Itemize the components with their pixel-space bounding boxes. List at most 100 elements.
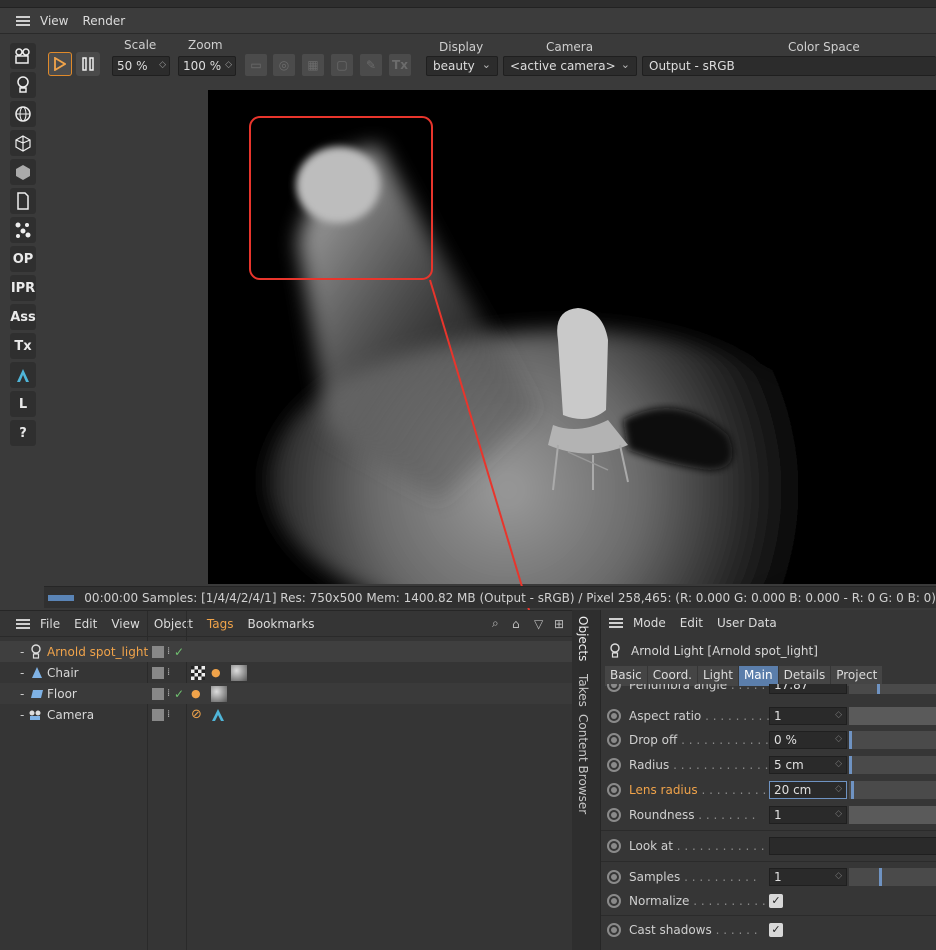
param-cast-shadows[interactable]: Cast shadows . . . . . . ✓ — [601, 918, 936, 942]
param-slider[interactable] — [849, 806, 936, 824]
param-look-at[interactable]: Look at . . . . . . . . . . . . — [601, 834, 936, 858]
tab-basic[interactable]: Basic — [605, 666, 647, 686]
animate-radio-icon[interactable] — [607, 758, 621, 772]
edit-visibility-icon[interactable] — [152, 666, 164, 679]
search-icon[interactable]: ⌕ — [492, 616, 499, 631]
param-label: Samples . . . . . . . . . . — [629, 870, 757, 884]
dots-icon[interactable]: ⁞ — [167, 688, 170, 699]
param-slider[interactable] — [849, 756, 936, 774]
divider — [601, 915, 936, 916]
param-roundness[interactable]: Roundness . . . . . . . . 1 ◇ — [601, 803, 936, 827]
param-slider[interactable] — [849, 868, 936, 886]
menu-user-data[interactable]: User Data — [717, 616, 777, 630]
animate-radio-icon[interactable] — [607, 733, 621, 747]
protection-tag-icon[interactable]: ⊘ — [191, 707, 202, 722]
param-slider[interactable] — [849, 684, 936, 694]
animate-radio-icon[interactable] — [607, 923, 621, 937]
param-slider[interactable] — [849, 781, 936, 799]
param-penumbra-angle[interactable]: Penumbra angle . . . . . 17.87 — [601, 684, 936, 696]
animate-radio-icon[interactable] — [607, 894, 621, 908]
menu-edit[interactable]: Edit — [74, 617, 97, 631]
animate-radio-icon[interactable] — [607, 709, 621, 723]
menu-bookmarks[interactable]: Bookmarks — [248, 617, 315, 631]
cast-shadows-checkbox[interactable]: ✓ — [769, 923, 783, 937]
tab-objects[interactable]: Objects — [576, 616, 590, 661]
param-normalize[interactable]: Normalize . . . . . . . . . . ✓ — [601, 889, 936, 913]
phong-tag-icon[interactable]: ● — [191, 687, 201, 700]
param-field[interactable]: 1 ◇ — [769, 868, 847, 886]
tab-takes[interactable]: Takes — [576, 674, 590, 707]
object-row-camera[interactable]: - Camera ⁞ ⊘ — [0, 704, 572, 725]
param-label: Normalize . . . . . . . . . . — [629, 894, 766, 908]
normalize-checkbox[interactable]: ✓ — [769, 894, 783, 908]
param-field[interactable]: 0 % ◇ — [769, 731, 847, 749]
param-field[interactable]: 1 ◇ — [769, 806, 847, 824]
checker-tag-icon[interactable] — [191, 665, 205, 680]
param-slider[interactable] — [849, 707, 936, 725]
param-radius[interactable]: Radius . . . . . . . . . . . . . . 5 cm ◇ — [601, 753, 936, 777]
edit-visibility-icon[interactable] — [152, 687, 164, 700]
edit-visibility-icon[interactable] — [152, 708, 164, 721]
param-field[interactable]: 5 cm ◇ — [769, 756, 847, 774]
param-slider[interactable] — [849, 731, 936, 749]
arnold-tag-icon[interactable] — [211, 708, 225, 722]
tab-main[interactable]: Main — [738, 666, 778, 686]
menu-mode[interactable]: Mode — [633, 616, 666, 630]
check-icon[interactable]: ✓ — [174, 687, 184, 701]
object-row-spot-light[interactable]: - Arnold spot_light ⁞ ✓ — [0, 641, 572, 662]
lens-radius-input[interactable]: 20 cm ◇ — [769, 781, 847, 799]
object-name: Floor — [47, 686, 77, 701]
camera-icon — [29, 710, 41, 720]
object-row-chair[interactable]: - Chair ⁞ ● — [0, 662, 572, 683]
object-row-floor[interactable]: - Floor ⁞ ✓ ● — [0, 683, 572, 704]
hamburger-menu-icon[interactable] — [609, 618, 623, 628]
menu-view[interactable]: View — [111, 617, 139, 631]
tree-line: - — [20, 686, 25, 701]
param-label: Lens radius . . . . . . . . . — [629, 783, 767, 797]
param-lens-radius[interactable]: Lens radius . . . . . . . . . 20 cm ◇ — [601, 778, 936, 802]
animate-radio-icon[interactable] — [607, 684, 621, 692]
param-label: Radius . . . . . . . . . . . . . . — [629, 758, 777, 772]
tree-line: - — [20, 644, 25, 659]
animate-radio-icon[interactable] — [607, 808, 621, 822]
param-field[interactable]: 1 ◇ — [769, 707, 847, 725]
home-icon[interactable]: ⌂ — [512, 617, 520, 631]
material-tag-icon[interactable] — [231, 664, 247, 681]
attribute-title: Arnold Light [Arnold spot_light] — [631, 644, 818, 658]
hamburger-menu-icon[interactable] — [16, 618, 30, 629]
add-panel-icon[interactable]: ⊞ — [554, 617, 564, 631]
filter-icon[interactable]: ▽ — [534, 617, 543, 631]
look-at-link-field[interactable] — [769, 837, 936, 855]
menu-object[interactable]: Object — [154, 617, 193, 631]
tab-content-browser[interactable]: Content Browser — [576, 714, 590, 814]
menu-file[interactable]: File — [40, 617, 60, 631]
tree-line: - — [20, 707, 25, 722]
tab-light[interactable]: Light — [698, 666, 738, 686]
param-drop-off[interactable]: Drop off . . . . . . . . . . . . 0 % ◇ — [601, 728, 936, 752]
menu-tags[interactable]: Tags — [207, 617, 234, 631]
tab-coord[interactable]: Coord. — [647, 666, 697, 686]
animate-radio-icon[interactable] — [607, 783, 621, 797]
figure-icon — [32, 666, 42, 678]
param-field[interactable]: 17.87 — [769, 684, 847, 694]
check-icon[interactable]: ✓ — [174, 645, 184, 659]
floor-icon — [31, 689, 43, 698]
edit-visibility-icon[interactable] — [152, 645, 164, 658]
manager-side-tabs: Objects Takes Content Browser — [572, 610, 600, 950]
tab-project[interactable]: Project — [831, 666, 883, 686]
param-samples[interactable]: Samples . . . . . . . . . . 1 ◇ — [601, 865, 936, 889]
param-aspect-ratio[interactable]: Aspect ratio . . . . . . . . . 1 ◇ — [601, 704, 936, 728]
tab-details[interactable]: Details — [778, 666, 831, 686]
material-tag-icon[interactable] — [211, 685, 227, 702]
dots-icon[interactable]: ⁞ — [167, 667, 170, 678]
animate-radio-icon[interactable] — [607, 839, 621, 853]
attribute-manager-menu: Mode Edit User Data — [601, 610, 936, 636]
dots-icon[interactable]: ⁞ — [167, 646, 170, 657]
annotation-box-light — [249, 116, 433, 280]
dots-icon[interactable]: ⁞ — [167, 709, 170, 720]
light-bulb-icon — [31, 643, 41, 659]
menu-edit[interactable]: Edit — [680, 616, 703, 630]
phong-tag-icon[interactable]: ● — [211, 666, 221, 679]
animate-radio-icon[interactable] — [607, 870, 621, 884]
object-name: Arnold spot_light — [47, 644, 149, 659]
